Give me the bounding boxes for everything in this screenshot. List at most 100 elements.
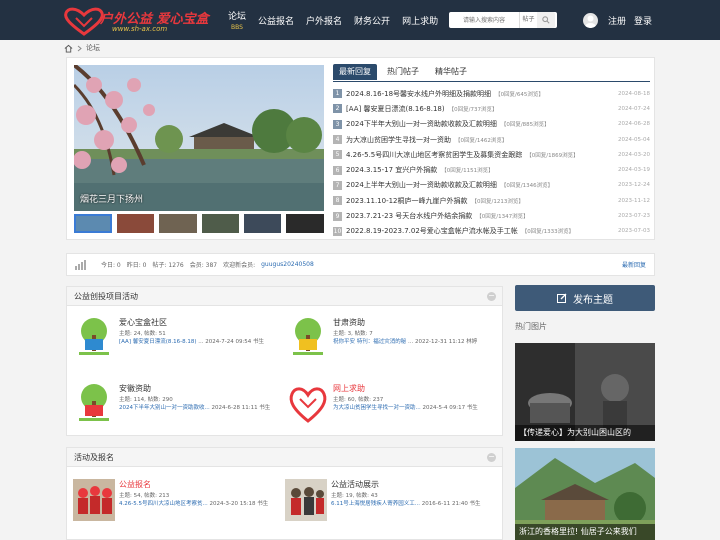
- post-list: 1 2024.8.16-18号馨安水线户外明细及捐款明细 【0回复/645浏览】…: [333, 86, 650, 239]
- nav-item-online-help[interactable]: 网上求助: [396, 0, 444, 40]
- slideshow-thumbnails: [74, 214, 324, 234]
- nav-label: 财务公开: [354, 16, 391, 27]
- site-logo[interactable]: 户外公益 爱心宝盒 www.sh-ax.com: [62, 4, 209, 36]
- list-item[interactable]: 4 为大凉山贫困学生寻找一对一资助 【0回复/1462浏览】 2024-05-0…: [333, 132, 650, 147]
- group-photo-icon[interactable]: [73, 479, 115, 521]
- search-input[interactable]: [449, 12, 519, 28]
- last-post-time: 2024-3-20 15:18 书生: [209, 501, 269, 507]
- hot-picture[interactable]: 【传递爱心】为大别山困山区的: [515, 343, 655, 441]
- post-title[interactable]: 2024.8.16-18号馨安水线户外明细及捐款明细: [346, 89, 491, 99]
- tab-hot-posts[interactable]: 热门帖子: [381, 64, 425, 80]
- post-date: 2023-07-03: [618, 228, 650, 235]
- last-post-link[interactable]: 2024下半年大别山一对一资助款收...: [119, 405, 210, 411]
- nav-item-bbs[interactable]: 论坛 BBS: [222, 0, 252, 40]
- heart-logo-icon[interactable]: [287, 383, 329, 425]
- search-box: 帖子: [449, 12, 557, 28]
- post-title[interactable]: 4.26-5.5号四川大凉山地区考察贫困学生及募集资金跟踪: [346, 150, 522, 160]
- publish-label: 发布主题: [573, 294, 613, 306]
- last-post-link[interactable]: 4.26-5.5号四川大凉山地区考察贫...: [119, 501, 208, 507]
- tree-logo-icon[interactable]: [287, 317, 329, 359]
- list-item[interactable]: 7 2024上半年大别山一对一资助款收款及汇款明细 【0回复/1346浏览】 2…: [333, 178, 650, 193]
- hot-picture[interactable]: 浙江的香格里拉! 仙居子公来我们: [515, 448, 655, 540]
- collapse-icon[interactable]: −: [487, 292, 496, 301]
- forum-item: 甘肃资助 主题: 3, 帖数: 7 祝你平安 特刊：福过灾消的秘 ... 202…: [287, 317, 497, 377]
- tab-featured-posts[interactable]: 精华帖子: [429, 64, 473, 80]
- forum-item: 爱心宝盒社区 主题: 24, 帖数: 51 [AA] 馨安夏日漂流(8.16-8…: [73, 317, 283, 377]
- nav-item-finance[interactable]: 财务公开: [348, 0, 396, 40]
- forum-name[interactable]: 公益报名: [119, 479, 151, 490]
- thumbnail[interactable]: [159, 214, 197, 233]
- last-post-link[interactable]: 为大凉山贫困学生寻找一对一资助...: [333, 405, 421, 411]
- last-post-link[interactable]: [AA] 馨安夏日漂流(8.16-8.18): [119, 339, 197, 345]
- chevron-right-icon: [77, 45, 82, 51]
- tab-underline: [333, 81, 650, 82]
- post-date: 2023-07-23: [618, 213, 650, 220]
- register-link[interactable]: 注册: [608, 14, 626, 27]
- forum-last-post: 6.11号上海悦居残疾人寄养园义工... 2016-6-11 21:40 书生: [331, 499, 497, 507]
- thumbnail[interactable]: [286, 214, 324, 233]
- thumbnail[interactable]: [116, 214, 155, 233]
- search-type-select[interactable]: 帖子: [519, 12, 537, 28]
- slideshow-image[interactable]: 烟花三月下扬州: [74, 65, 324, 211]
- post-title[interactable]: 2023.11.10-12桐庐一峰九崖户外捐款: [346, 196, 468, 206]
- post-title[interactable]: 2024.3.15-17 宜兴户外捐款: [346, 165, 437, 175]
- main-nav: 论坛 BBS 公益报名 户外报名 财务公开 网上求助: [222, 0, 444, 40]
- post-title[interactable]: 2022.8.19-2023.7.02号爱心宝盒帐户流水帐及手工帐: [346, 226, 518, 236]
- home-icon[interactable]: [64, 44, 73, 53]
- featured-panel: 烟花三月下扬州 最新回复 热门帖子 精华帖子 1 2024.8.16-18号馨安…: [66, 57, 655, 240]
- list-item[interactable]: 2 [AA] 馨安夏日漂流(8.16-8.18) 【0回复/737浏览】 202…: [333, 101, 650, 116]
- forum-last-post: [AA] 馨安夏日漂流(8.16-8.18) ... 2024-7-24 09:…: [119, 337, 285, 345]
- forum-name[interactable]: 爱心宝盒社区: [119, 317, 167, 328]
- post-rank: 3: [333, 119, 342, 129]
- list-item[interactable]: 5 4.26-5.5号四川大凉山地区考察贫困学生及募集资金跟踪 【0回复/186…: [333, 147, 650, 162]
- nav-item-charity-signup[interactable]: 公益报名: [252, 0, 300, 40]
- post-rank: 1: [333, 89, 342, 99]
- forum-item: 安徽资助 主题: 114, 帖数: 290 2024下半年大别山一对一资助款收.…: [73, 383, 283, 443]
- forum-name[interactable]: 公益活动展示: [331, 479, 379, 490]
- nav-item-outdoor-signup[interactable]: 户外报名: [300, 0, 348, 40]
- forum-stat: 主题: 114, 帖数: 290: [119, 397, 173, 403]
- last-post-time: 2024-5-4 09:17 书生: [422, 405, 478, 411]
- publish-topic-button[interactable]: 发布主题: [515, 285, 655, 311]
- forum-stat: 主题: 60, 帖数: 237: [333, 397, 384, 403]
- last-post-link[interactable]: 6.11号上海悦居残疾人寄养园义工...: [331, 501, 420, 507]
- forum-item: 公益报名 主题: 54, 帖数: 213 4.26-5.5号四川大凉山地区考察贫…: [73, 479, 283, 539]
- thumbnail[interactable]: [74, 214, 112, 233]
- forum-name[interactable]: 甘肃资助: [333, 317, 365, 328]
- post-title[interactable]: 为大凉山贫困学生寻找一对一资助: [346, 135, 451, 145]
- latest-replies-link[interactable]: 最新回复: [622, 260, 646, 269]
- login-link[interactable]: 登录: [634, 14, 652, 27]
- forum-name[interactable]: 网上求助: [333, 383, 365, 394]
- forum-stat: 主题: 3, 帖数: 7: [333, 331, 373, 337]
- forum-name[interactable]: 安徽资助: [119, 383, 151, 394]
- tab-latest-replies[interactable]: 最新回复: [333, 64, 377, 80]
- forum-item: 公益活动展示 主题: 19, 帖数: 43 6.11号上海悦居残疾人寄养园义工.…: [285, 479, 495, 539]
- post-title[interactable]: [AA] 馨安夏日漂流(8.16-8.18): [346, 104, 445, 114]
- list-item[interactable]: 9 2023.7.21-23 号天台水线户外结余捐款 【0回复/1347浏览】 …: [333, 208, 650, 223]
- list-item[interactable]: 8 2023.11.10-12桐庐一峰九崖户外捐款 【0回复/1213浏览】 2…: [333, 193, 650, 208]
- list-item[interactable]: 1 2024.8.16-18号馨安水线户外明细及捐款明细 【0回复/645浏览】…: [333, 86, 650, 101]
- post-title[interactable]: 2023.7.21-23 号天台水线户外结余捐款: [346, 211, 472, 221]
- nav-label: 网上求助: [402, 16, 439, 27]
- post-rank: 2: [333, 104, 342, 114]
- post-rank: 9: [333, 211, 342, 221]
- user-avatar[interactable]: [583, 13, 598, 28]
- new-member-link[interactable]: guugus20240508: [261, 261, 314, 268]
- list-item[interactable]: 10 2022.8.19-2023.7.02号爱心宝盒帐户流水帐及手工帐 【0回…: [333, 224, 650, 239]
- post-title[interactable]: 2024上半年大别山一对一资助款收款及汇款明细: [346, 180, 497, 190]
- post-meta: 【0回复/645浏览】: [495, 91, 544, 98]
- list-item[interactable]: 3 2024下半年大别山一对一资助款收款及汇款明细 【0回复/885浏览】 20…: [333, 117, 650, 132]
- list-item[interactable]: 6 2024.3.15-17 宜兴户外捐款 【0回复/1151浏览】 2024-…: [333, 162, 650, 177]
- post-meta: 【0回复/1333浏览】: [521, 229, 575, 236]
- search-button[interactable]: [537, 12, 555, 28]
- tree-logo-icon[interactable]: [73, 383, 115, 425]
- thumbnail[interactable]: [244, 214, 282, 233]
- last-post-link[interactable]: 祝你平安 特刊：福过灾消的秘: [333, 339, 406, 345]
- post-title[interactable]: 2024下半年大别山一对一资助款收款及汇款明细: [346, 119, 497, 129]
- group-photo-icon[interactable]: [285, 479, 327, 521]
- tree-logo-icon[interactable]: [73, 317, 115, 359]
- breadcrumb-current[interactable]: 论坛: [86, 43, 100, 53]
- user-icon: [585, 15, 596, 28]
- collapse-icon[interactable]: −: [487, 453, 496, 462]
- thumbnail[interactable]: [201, 214, 239, 233]
